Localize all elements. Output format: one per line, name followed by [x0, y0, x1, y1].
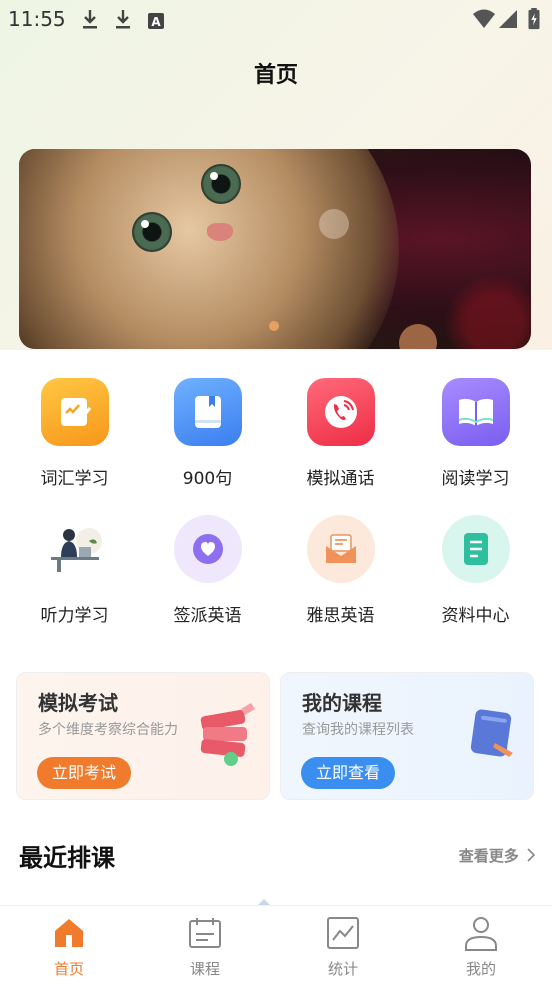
mail-icon [306, 515, 375, 583]
tab-courses[interactable]: 课程 [136, 916, 274, 979]
grid-item-listening[interactable]: 听力学习 [8, 515, 141, 626]
tab-home[interactable]: 首页 [0, 916, 138, 979]
view-courses-button[interactable]: 立即查看 [301, 757, 396, 789]
download-icon [83, 10, 97, 29]
view-more-link[interactable]: 查看更多 [459, 845, 536, 866]
edit-note-icon [40, 378, 109, 446]
grid-item-vocabulary[interactable]: 词汇学习 [8, 378, 141, 489]
svg-text:A: A [151, 15, 161, 29]
grid-label: 模拟通话 [306, 469, 375, 489]
mock-exam-card[interactable]: 模拟考试 多个维度考察综合能力 立即考试 [16, 672, 270, 800]
card-subtitle: 多个维度考察综合能力 [38, 722, 178, 738]
study-person-illustration [41, 515, 109, 583]
book-icon [173, 378, 242, 446]
card-subtitle: 查询我的课程列表 [302, 722, 414, 738]
status-bar: 11:55 A [0, 0, 552, 38]
grid-label: 签派英语 [173, 606, 242, 626]
tab-label: 我的 [465, 960, 496, 978]
cat-nose [207, 223, 233, 241]
grid-label: 资料中心 [441, 606, 510, 626]
download-icon [116, 10, 130, 29]
grid-item-ielts-english[interactable]: 雅思英语 [274, 515, 407, 626]
bokeh-light [269, 321, 279, 331]
cat-left-eye [132, 212, 172, 252]
cat-right-eye [201, 164, 241, 204]
grid-label: 听力学习 [40, 606, 109, 626]
grid-label: 词汇学习 [40, 469, 109, 489]
notebook-icon [470, 709, 513, 757]
tab-stats[interactable]: 统计 [274, 916, 412, 979]
grid-item-reading[interactable]: 阅读学习 [409, 378, 542, 489]
grid-item-dispatch-english[interactable]: 签派英语 [141, 515, 274, 626]
bokeh-light [399, 324, 437, 349]
document-icon [441, 515, 510, 583]
grid-label: 阅读学习 [441, 469, 510, 489]
user-icon [465, 917, 497, 951]
view-more-label: 查看更多 [458, 847, 519, 865]
section-title-recent: 最近排课 [19, 844, 115, 872]
heart-chat-icon [173, 515, 242, 583]
bokeh-light [319, 209, 349, 239]
tab-label: 课程 [189, 960, 220, 978]
books-icon [200, 703, 255, 766]
my-courses-card[interactable]: 我的课程 查询我的课程列表 立即查看 [280, 672, 534, 800]
wifi-icon [473, 9, 495, 28]
grid-item-mock-call[interactable]: 模拟通话 [274, 378, 407, 489]
status-time: 11:55 [8, 7, 66, 31]
font-a-icon: A [148, 13, 164, 29]
phone-call-icon [306, 378, 375, 446]
home-icon [55, 919, 83, 947]
signal-icon [499, 10, 517, 28]
tab-profile[interactable]: 我的 [412, 916, 550, 979]
tab-label: 统计 [327, 960, 358, 978]
chevron-right-icon [527, 848, 536, 862]
banner-image[interactable] [19, 149, 531, 349]
calendar-icon [189, 918, 221, 948]
card-title: 我的课程 [302, 691, 382, 715]
start-exam-button[interactable]: 立即考试 [37, 757, 132, 789]
chart-icon [327, 917, 359, 949]
card-title: 模拟考试 [38, 691, 118, 715]
tab-label: 首页 [53, 960, 84, 978]
page-title: 首页 [253, 63, 298, 88]
grid-item-900-sentences[interactable]: 900句 [141, 378, 274, 489]
grid-label: 900句 [182, 469, 233, 489]
grid-label: 雅思英语 [306, 606, 375, 626]
grid-item-resource-center[interactable]: 资料中心 [409, 515, 542, 626]
bottom-tab-bar: 首页 课程 统计 我的 [0, 905, 552, 983]
battery-charging-icon [528, 8, 540, 30]
open-book-icon [441, 378, 510, 446]
